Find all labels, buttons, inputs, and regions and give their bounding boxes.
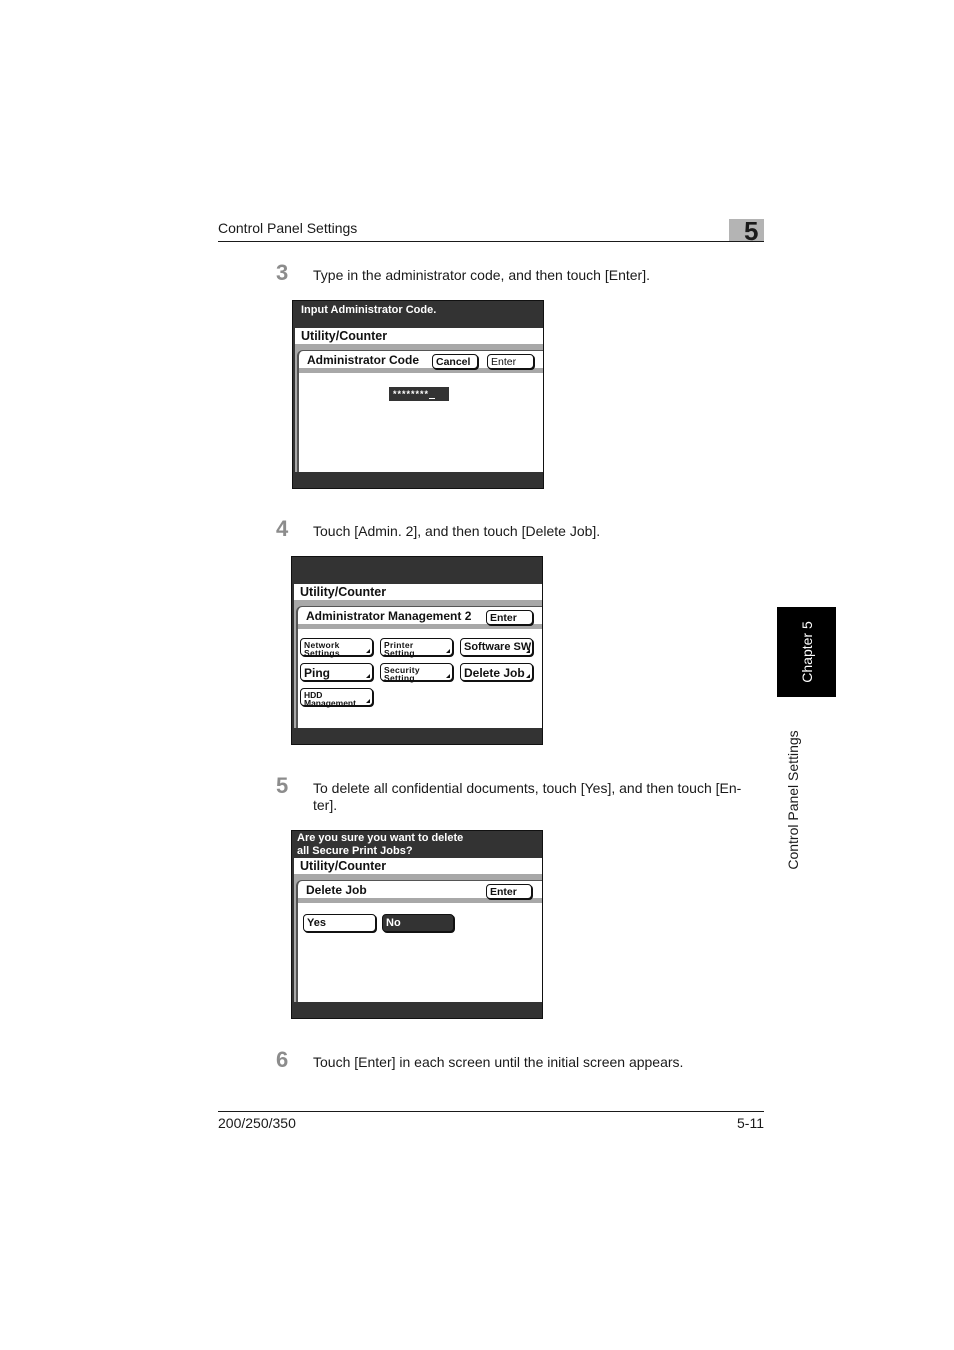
label-line: Settings	[304, 648, 340, 658]
card-title: Administrator Code	[307, 353, 420, 367]
message-line: Are you sure you want to delete	[297, 832, 464, 844]
status-bar	[292, 728, 542, 744]
enter-button[interactable]: Enter	[486, 884, 532, 899]
security-setting-button[interactable]: Security Setting	[380, 663, 453, 683]
corner-indicator-icon	[366, 699, 370, 703]
corner-indicator-icon	[446, 674, 450, 678]
breadcrumb-bar: Utility/Counter	[294, 858, 542, 874]
cancel-label: Cancel	[436, 356, 471, 368]
corner-indicator-icon	[446, 649, 450, 653]
password-mask: ********	[393, 389, 430, 399]
card-title: Delete Job	[306, 883, 367, 897]
card-title: Administrator Management 2	[306, 609, 472, 623]
button-label: Network Settings	[304, 641, 340, 658]
button-label: Printer Setting	[384, 641, 415, 658]
breadcrumb-bar: Utility/Counter	[294, 584, 542, 600]
step-number: 3	[276, 260, 289, 285]
header-rule	[218, 241, 764, 242]
label-line: Setting	[384, 673, 415, 683]
button-label: Security Setting	[384, 666, 420, 683]
step-text: Type in the administrator code, and then…	[313, 267, 650, 283]
label-line: Setting	[384, 648, 415, 658]
corner-indicator-icon	[526, 649, 530, 653]
enter-button[interactable]: Enter	[486, 610, 533, 625]
section-tab-label: Control Panel Settings	[785, 730, 801, 870]
software-sw-button[interactable]: Software SW	[460, 638, 533, 656]
button-label: Yes	[307, 917, 326, 929]
button-label: Ping	[304, 666, 330, 680]
running-header-title: Control Panel Settings	[218, 220, 358, 236]
hdd-management-button[interactable]: HDD Management	[300, 688, 373, 708]
enter-label: Enter	[491, 356, 517, 368]
screen-body: Administrator Code Cancel Enter ********	[295, 350, 543, 472]
network-settings-button[interactable]: Network Settings	[300, 638, 373, 658]
text-cursor	[429, 390, 436, 399]
step-number: 5	[276, 773, 289, 798]
message-line: all Secure Print Jobs?	[297, 845, 413, 857]
screen-body: Administrator Management 2 Enter Network…	[294, 606, 542, 728]
screen-message: Are you sure you want to delete all Secu…	[297, 832, 463, 858]
step-text: Touch [Enter] in each screen until the i…	[313, 1054, 684, 1070]
yes-button[interactable]: Yes	[303, 914, 376, 932]
label-line: Management	[304, 698, 356, 708]
footer-rule	[218, 1111, 764, 1112]
button-label: Delete Job	[464, 666, 525, 680]
corner-indicator-icon	[366, 674, 370, 678]
screen-admin-management: Utility/Counter Administrator Management…	[291, 556, 543, 745]
card: Administrator Management 2 Enter Network…	[296, 606, 542, 728]
printer-setting-button[interactable]: Printer Setting	[380, 638, 453, 658]
ping-button[interactable]: Ping	[300, 663, 373, 681]
step-number: 6	[276, 1047, 289, 1072]
corner-indicator-icon	[526, 674, 530, 678]
card: Administrator Code Cancel Enter ********	[297, 350, 543, 472]
screen-body: Delete Job Enter Yes No	[294, 880, 542, 1002]
chapter-number: 5	[744, 216, 759, 246]
no-button[interactable]: No	[382, 914, 454, 932]
chapter-tab-label: Chapter 5	[798, 621, 815, 683]
enter-label: Enter	[490, 612, 517, 624]
corner-indicator-icon	[366, 649, 370, 653]
status-bar	[292, 1002, 542, 1018]
breadcrumb: Utility/Counter	[300, 585, 387, 599]
button-label: HDD Management	[304, 691, 356, 708]
breadcrumb-bar: Utility/Counter	[295, 328, 543, 344]
footer-model: 200/250/350	[218, 1115, 296, 1131]
chapter-tab: Chapter 5	[777, 607, 836, 697]
status-bar	[293, 472, 543, 488]
button-label: No	[386, 917, 401, 929]
admin-code-input[interactable]: ********	[389, 387, 449, 401]
screen-admin-code: Input Administrator Code. Utility/Counte…	[292, 300, 544, 489]
step-text: To delete all confidential documents, to…	[313, 780, 742, 813]
enter-label: Enter	[490, 886, 517, 898]
screen-message: Input Administrator Code.	[301, 304, 437, 316]
cancel-button[interactable]: Cancel	[432, 354, 478, 369]
breadcrumb: Utility/Counter	[300, 859, 387, 873]
section-tab: Control Panel Settings	[778, 720, 808, 880]
step-text: Touch [Admin. 2], and then touch [Delete…	[313, 523, 601, 539]
delete-job-button[interactable]: Delete Job	[460, 663, 533, 681]
button-label: Software SW	[464, 641, 532, 653]
enter-button[interactable]: Enter	[487, 354, 534, 369]
screen-delete-job: Are you sure you want to delete all Secu…	[291, 830, 543, 1019]
breadcrumb: Utility/Counter	[301, 329, 388, 343]
footer-page-number: 5-11	[737, 1115, 764, 1131]
step-number: 4	[276, 516, 289, 541]
card: Delete Job Enter Yes No	[296, 880, 542, 1002]
